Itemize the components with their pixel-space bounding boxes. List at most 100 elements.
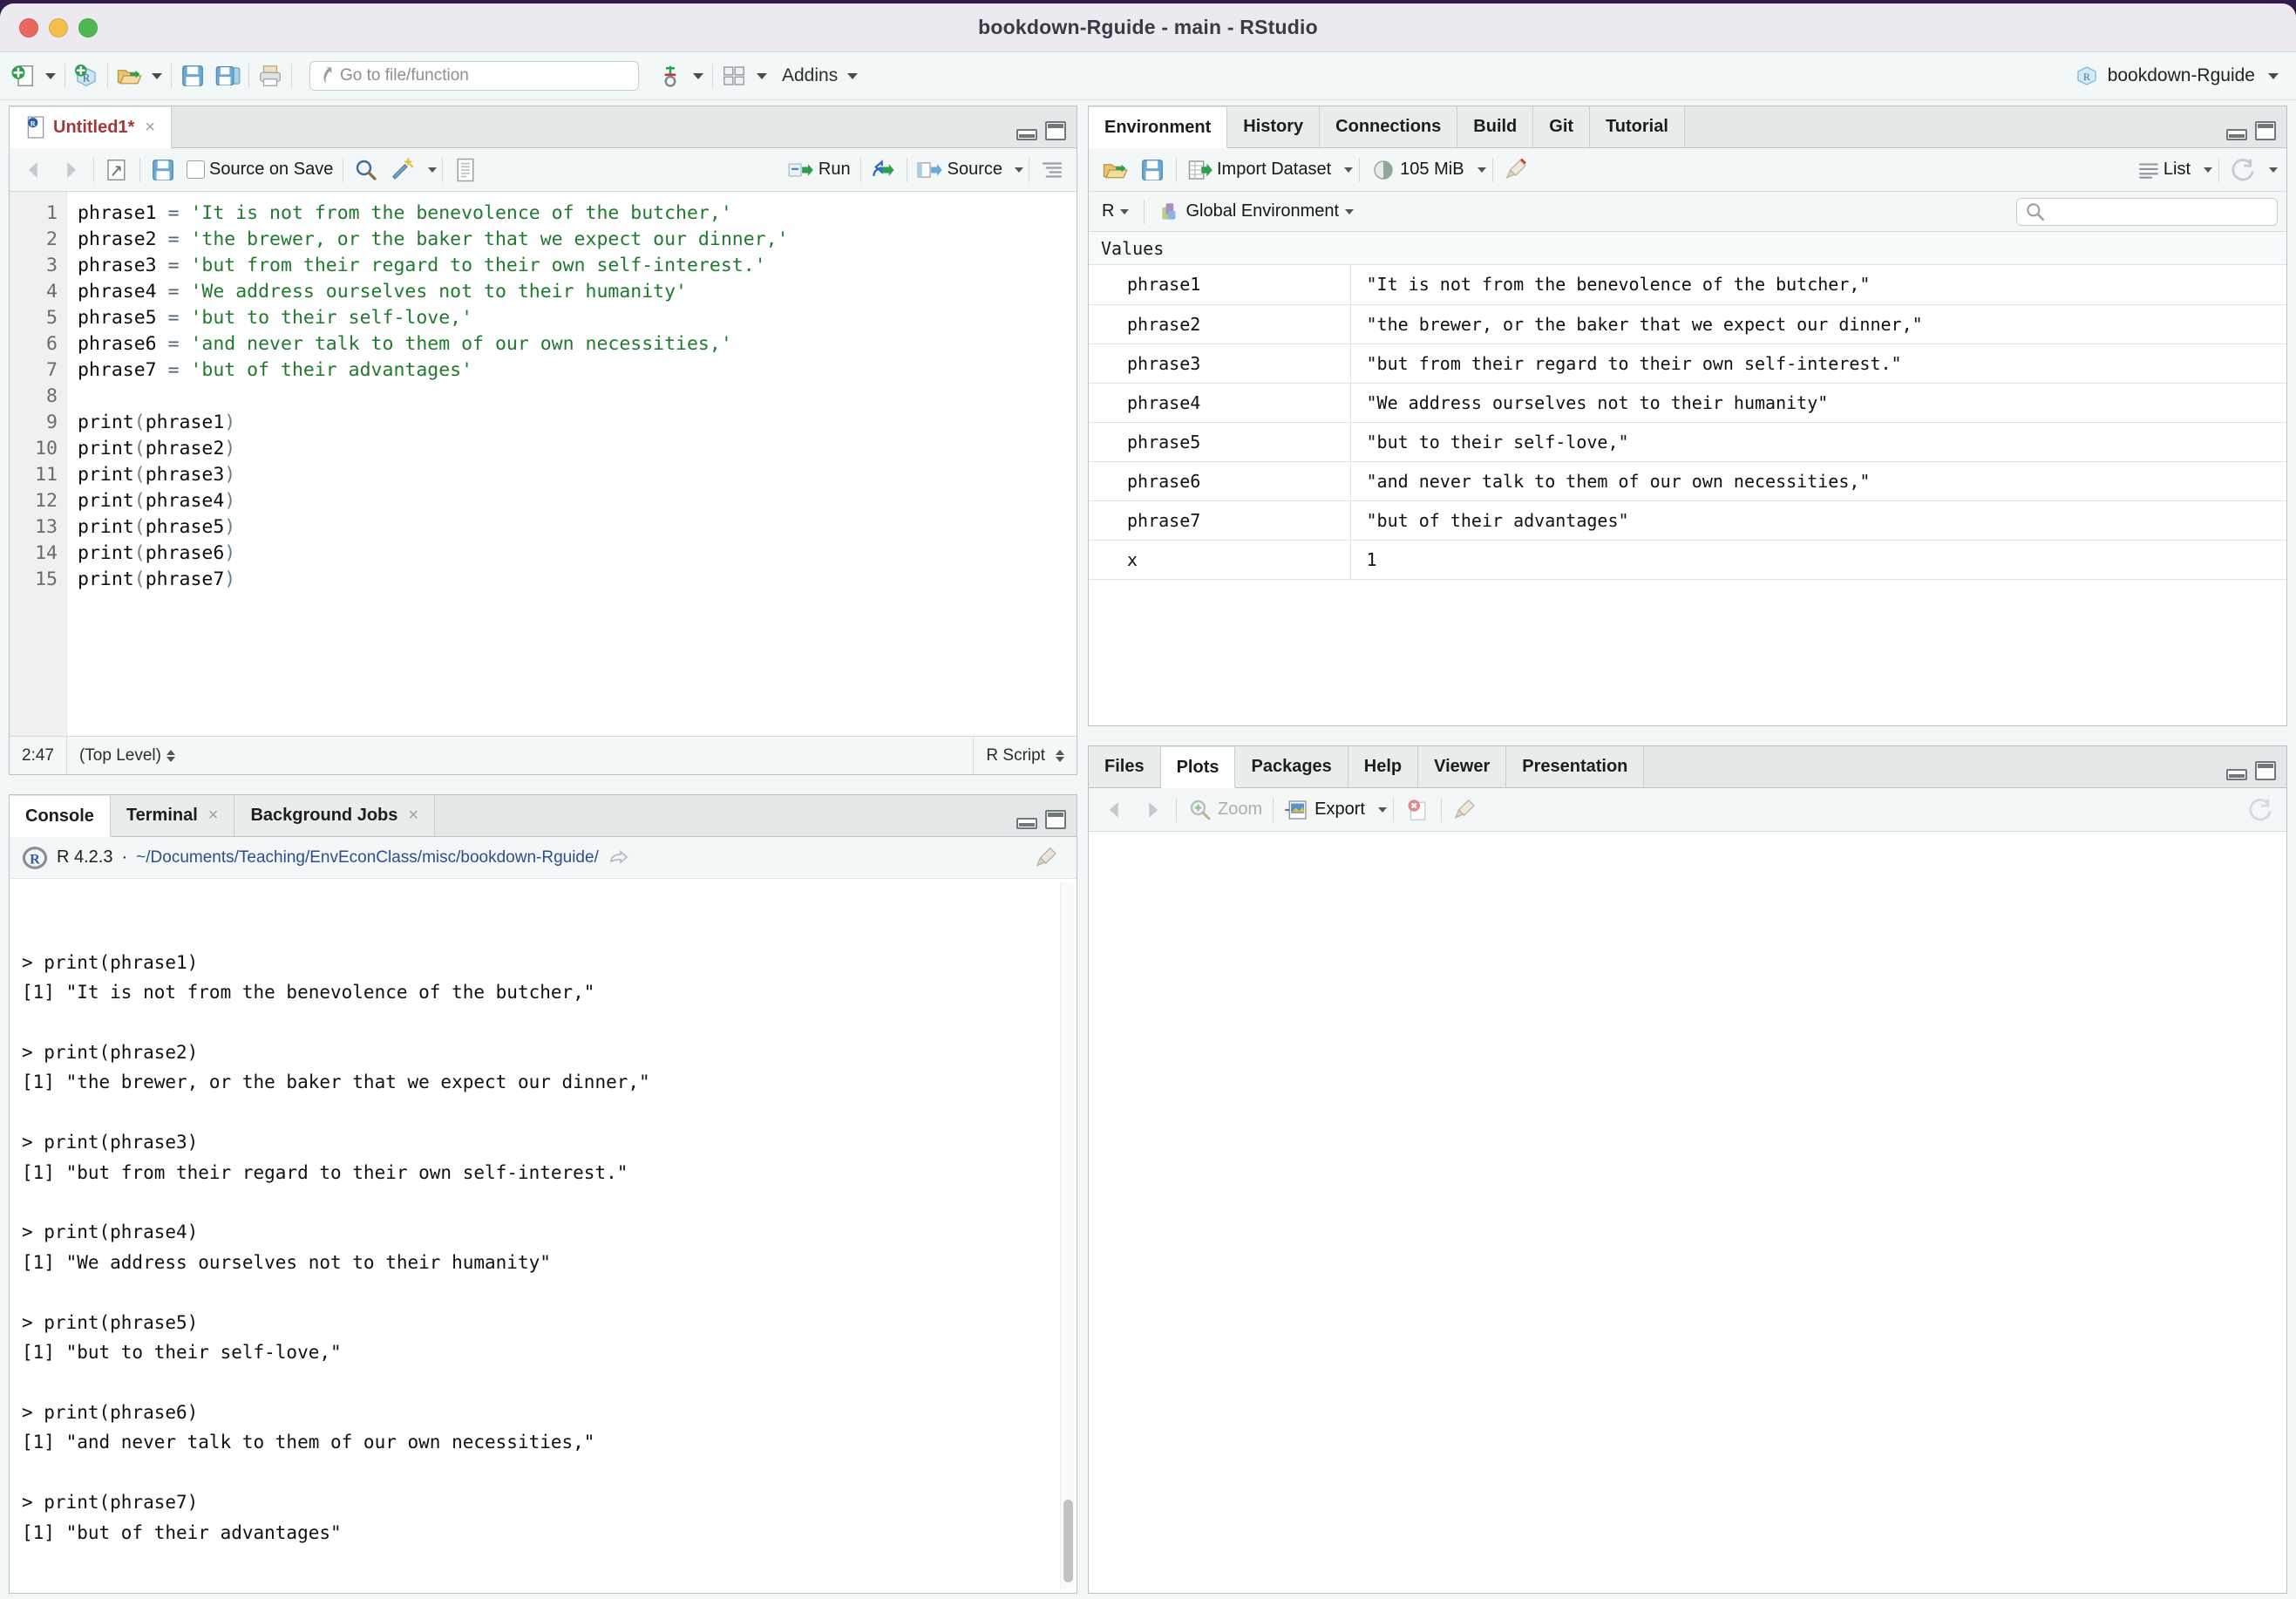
tab-terminal[interactable]: Terminal × xyxy=(111,795,235,836)
code-line[interactable]: phrase3 = 'but from their regard to thei… xyxy=(78,253,1077,279)
table-row[interactable]: x1 xyxy=(1089,540,2286,579)
open-file-button[interactable] xyxy=(112,58,146,93)
table-row[interactable]: phrase3"but from their regard to their o… xyxy=(1089,344,2286,383)
source-tab-close-icon[interactable]: × xyxy=(145,118,155,138)
code-tools-caret[interactable] xyxy=(428,167,437,173)
file-type-selector[interactable]: R Script xyxy=(973,737,1077,774)
source-on-save-box[interactable] xyxy=(187,160,205,179)
tab-files[interactable]: Files xyxy=(1089,746,1161,787)
clear-console-button[interactable] xyxy=(1029,840,1064,875)
print-button[interactable] xyxy=(253,58,288,93)
version-control-button[interactable] xyxy=(653,58,688,93)
workspace-panes-caret[interactable] xyxy=(757,73,767,79)
load-workspace-button[interactable] xyxy=(1097,153,1132,187)
source-caret[interactable] xyxy=(1015,167,1023,173)
new-project-button[interactable]: R xyxy=(69,58,104,93)
addins-button[interactable]: Addins xyxy=(772,58,842,93)
refresh-caret[interactable] xyxy=(2269,167,2278,173)
workspace-panes-button[interactable] xyxy=(717,58,751,93)
tab-connections[interactable]: Connections xyxy=(1320,106,1457,147)
source-save-button[interactable] xyxy=(146,153,180,187)
code-tools-button[interactable] xyxy=(385,153,420,187)
tab-console[interactable]: Console xyxy=(10,796,111,837)
refresh-environment-button[interactable] xyxy=(2225,153,2260,187)
minimize-pane-icon[interactable] xyxy=(2226,129,2247,140)
refresh-plot-button[interactable] xyxy=(2243,793,2278,827)
tab-history[interactable]: History xyxy=(1227,106,1320,147)
code-line[interactable]: phrase2 = 'the brewer, or the baker that… xyxy=(78,227,1077,253)
tab-environment[interactable]: Environment xyxy=(1089,107,1227,148)
find-replace-button[interactable] xyxy=(349,153,384,187)
environment-caret[interactable] xyxy=(1345,209,1354,214)
tab-background-jobs[interactable]: Background Jobs × xyxy=(234,795,435,836)
tab-terminal-close-icon[interactable]: × xyxy=(208,806,219,826)
console-output[interactable]: > print(phrase1)[1] "It is not from the … xyxy=(10,879,1077,1593)
environment-selector[interactable]: Global Environment xyxy=(1155,194,1358,229)
view-mode-button[interactable]: List xyxy=(2133,153,2195,187)
maximize-pane-icon[interactable] xyxy=(2255,761,2276,780)
table-row[interactable]: phrase7"but of their advantages" xyxy=(1089,500,2286,540)
code-line[interactable]: print(phrase4) xyxy=(78,488,1077,514)
save-all-button[interactable] xyxy=(210,58,245,93)
code-content[interactable]: phrase1 = 'It is not from the benevolenc… xyxy=(67,192,1077,736)
tab-build[interactable]: Build xyxy=(1457,106,1533,147)
table-row[interactable]: phrase2"the brewer, or the baker that we… xyxy=(1089,304,2286,344)
code-line[interactable]: print(phrase6) xyxy=(78,541,1077,567)
compile-report-button[interactable] xyxy=(448,153,483,187)
console-scrollbar[interactable] xyxy=(1060,882,1074,1589)
code-editor[interactable]: 123456789101112131415 phrase1 = 'It is n… xyxy=(10,192,1077,736)
tab-plots[interactable]: Plots xyxy=(1161,747,1236,788)
environment-search-input[interactable] xyxy=(2016,198,2278,226)
open-file-dropdown-caret[interactable] xyxy=(152,73,162,79)
open-directory-icon[interactable] xyxy=(608,847,628,868)
clear-objects-button[interactable] xyxy=(1499,153,1534,187)
document-outline-button[interactable] xyxy=(1035,153,1070,187)
previous-plot-button[interactable] xyxy=(1097,793,1132,827)
source-tab-untitled1[interactable]: R Untitled1* × xyxy=(10,107,172,148)
code-line[interactable]: phrase1 = 'It is not from the benevolenc… xyxy=(78,201,1077,227)
tab-help[interactable]: Help xyxy=(1348,746,1418,787)
import-dataset-button[interactable]: Import Dataset xyxy=(1183,153,1335,187)
source-script-button[interactable]: Source xyxy=(913,153,1007,187)
table-row[interactable]: phrase1"It is not from the benevolence o… xyxy=(1089,265,2286,304)
code-line[interactable] xyxy=(78,384,1077,410)
tab-git[interactable]: Git xyxy=(1533,106,1590,147)
table-row[interactable]: phrase5"but to their self-love," xyxy=(1089,422,2286,461)
code-line[interactable]: phrase6 = 'and never talk to them of our… xyxy=(78,331,1077,357)
memory-usage-caret[interactable] xyxy=(1477,167,1486,173)
view-mode-caret[interactable] xyxy=(2204,167,2212,173)
new-file-dropdown-caret[interactable] xyxy=(45,73,56,79)
remove-plot-button[interactable] xyxy=(1400,793,1435,827)
minimize-pane-icon[interactable] xyxy=(1016,129,1037,140)
clear-all-plots-button[interactable] xyxy=(1448,793,1483,827)
tab-tutorial[interactable]: Tutorial xyxy=(1590,106,1685,147)
table-row[interactable]: phrase6"and never talk to them of our ow… xyxy=(1089,461,2286,500)
memory-usage-button[interactable]: 105 MiB xyxy=(1366,153,1468,187)
export-caret[interactable] xyxy=(1378,807,1387,813)
addins-caret[interactable] xyxy=(847,73,858,79)
project-caret[interactable] xyxy=(2268,73,2279,79)
console-scrollbar-thumb[interactable] xyxy=(1063,1500,1073,1582)
tab-presentation[interactable]: Presentation xyxy=(1506,746,1644,787)
language-caret[interactable] xyxy=(1120,209,1129,214)
table-row[interactable]: phrase4"We address ourselves not to thei… xyxy=(1089,383,2286,422)
new-file-button[interactable] xyxy=(5,58,40,93)
source-on-save-checkbox[interactable]: Source on Save xyxy=(182,153,337,187)
import-dataset-caret[interactable] xyxy=(1344,167,1353,173)
minimize-pane-icon[interactable] xyxy=(2226,769,2247,780)
maximize-pane-icon[interactable] xyxy=(1045,810,1066,829)
export-plot-button[interactable]: Export xyxy=(1280,793,1369,827)
maximize-pane-icon[interactable] xyxy=(1045,121,1066,140)
language-selector[interactable]: R xyxy=(1097,194,1133,229)
scope-selector[interactable]: (Top Level) xyxy=(67,737,187,774)
maximize-pane-icon[interactable] xyxy=(2255,121,2276,140)
tab-viewer[interactable]: Viewer xyxy=(1418,746,1506,787)
code-line[interactable]: print(phrase2) xyxy=(78,436,1077,462)
code-line[interactable]: print(phrase1) xyxy=(78,410,1077,436)
next-plot-button[interactable] xyxy=(1135,793,1170,827)
source-forward-button[interactable] xyxy=(53,153,88,187)
plots-display-area[interactable] xyxy=(1089,832,2286,1593)
save-workspace-button[interactable] xyxy=(1135,153,1170,187)
project-selector[interactable]: R bookdown-Rguide xyxy=(2074,52,2284,99)
code-line[interactable]: print(phrase3) xyxy=(78,462,1077,488)
